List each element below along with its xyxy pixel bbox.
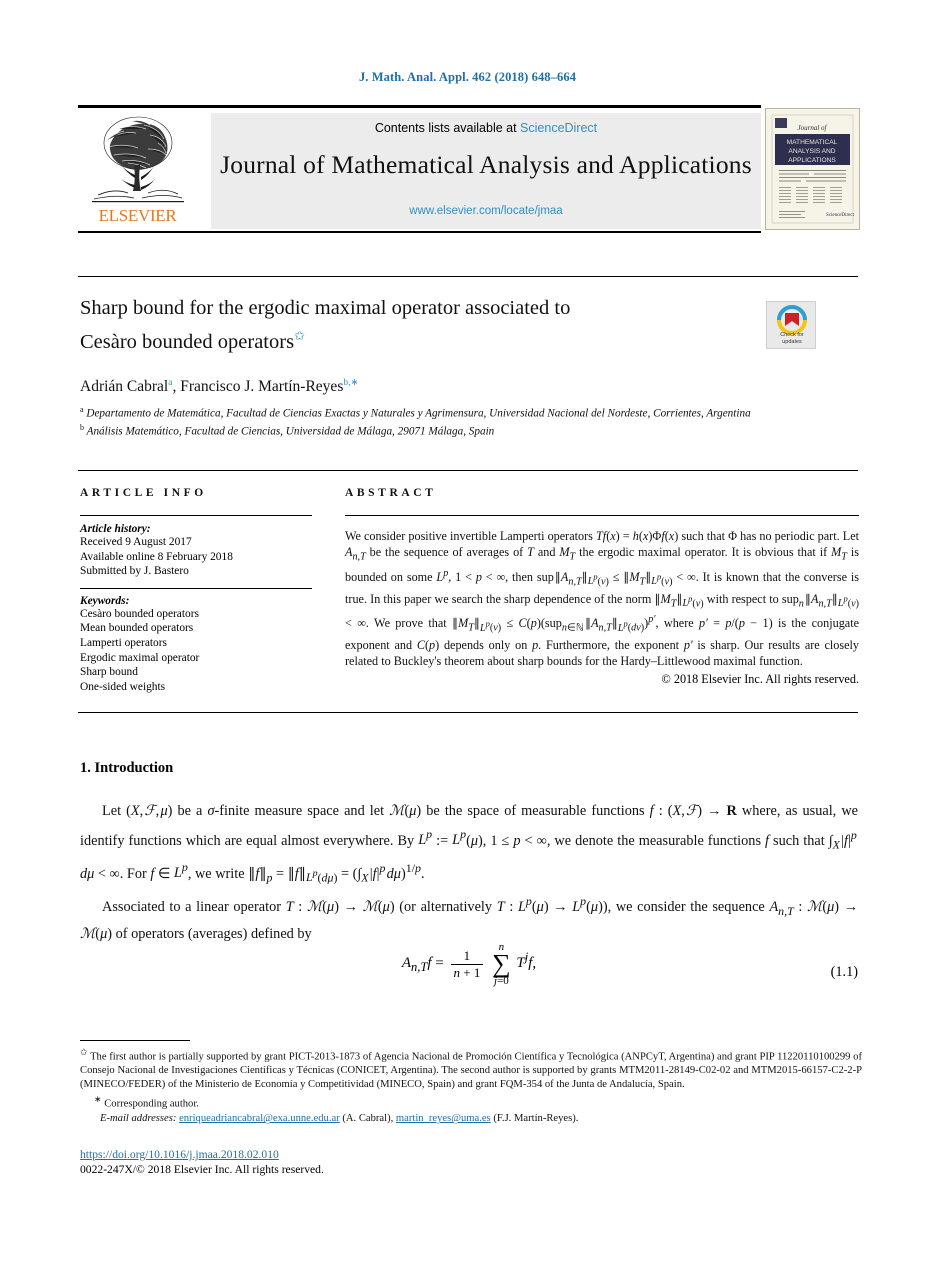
footnote-corresponding: ∗ Corresponding author. [80, 1093, 862, 1111]
author-1: Adrián Cabral [80, 378, 169, 396]
elsevier-wordmark: ELSEVIER [98, 206, 177, 225]
info-top-rule [78, 470, 858, 471]
title-line-2: Cesàro bounded operators [80, 330, 295, 353]
article-history-submitted: Submitted by J. Bastero [80, 565, 189, 578]
abstract-heading: ABSTRACT [345, 487, 437, 499]
crossmark-icon [777, 305, 807, 335]
crossmark-line-1: Check for [780, 332, 804, 338]
title-top-rule [78, 276, 858, 277]
masthead-bottom-rule [78, 231, 761, 233]
footnotes-block: ✩ The first author is partially supporte… [80, 1046, 862, 1126]
footnote-funding-mark: ✩ [80, 1047, 88, 1057]
footnote-rule [80, 1040, 190, 1041]
affiliation-b-text: Análisis Matemático, Facultad de Ciencia… [86, 425, 495, 438]
contents-prefix: Contents lists available at [374, 121, 521, 135]
paragraph-1: Let (X, ℱ, μ) be a σ-finite measure spac… [80, 803, 858, 885]
keyword-item: Mean bounded operators [80, 622, 194, 635]
keyword-item: Ergodic maximal operator [80, 651, 200, 664]
author-2-affiliation-mark[interactable]: b,∗ [343, 378, 358, 388]
paragraph-2: Associated to a linear operator T : ℳ(μ)… [80, 893, 859, 942]
journal-url-link[interactable]: www.elsevier.com/locate/jmaa [211, 205, 761, 217]
article-history-label: Article history: [80, 523, 151, 535]
page-title: Sharp bound for the ergodic maximal oper… [80, 294, 720, 356]
footnote-corresponding-mark: ∗ [94, 1094, 102, 1105]
elsevier-tree-icon [92, 116, 184, 203]
keywords-label: Keywords: [80, 594, 130, 607]
equation-number: (1.1) [830, 964, 858, 980]
crossmark-badge[interactable]: Check for updates [766, 301, 816, 349]
title-footnote-mark[interactable]: ✩ [294, 328, 305, 343]
article-history-available: Available online 8 February 2018 [80, 550, 233, 563]
journal-cover-image: Journal of MATHEMATICAL ANALYSIS AND APP… [766, 109, 859, 229]
svg-text:APPLICATIONS: APPLICATIONS [788, 157, 836, 164]
affiliations: a Departamento de Matemática, Facultad d… [80, 403, 820, 439]
affiliation-b: b Análisis Matemático, Facultad de Cienc… [80, 421, 820, 439]
display-equation-1-1: An,Tf = 1 n + 1 n ∑ j=0 Tjf, (1.1) [80, 941, 858, 987]
abstract-rule [345, 515, 859, 516]
body-top-rule [78, 712, 858, 713]
svg-text:ScienceDirect: ScienceDirect [826, 213, 855, 218]
abstract-text: We consider positive invertible Lamperti… [345, 529, 859, 669]
abstract-copyright: © 2018 Elsevier Inc. All rights reserved… [661, 672, 859, 687]
author-list: Adrián Cabrala, Francisco J. Martín-Reye… [80, 377, 780, 396]
email-link-2[interactable]: martin_reyes@uma.es [396, 1113, 491, 1124]
email-attrib-1: (A. Cabral), [342, 1113, 394, 1125]
journal-cover-thumbnail: Journal of MATHEMATICAL ANALYSIS AND APP… [765, 108, 860, 230]
affiliation-a-mark: a [80, 405, 84, 414]
masthead-banner: Contents lists available at ScienceDirec… [211, 113, 761, 229]
article-info-heading: ARTICLE INFO [80, 487, 207, 499]
doi-link[interactable]: https://doi.org/10.1016/j.jmaa.2018.02.0… [80, 1147, 680, 1162]
email-label: E-mail addresses: [100, 1113, 177, 1125]
journal-title: Journal of Mathematical Analysis and App… [220, 150, 752, 179]
article-info-rule-2 [80, 587, 312, 589]
affiliation-a: a Departamento de Matemática, Facultad d… [80, 403, 820, 421]
email-link-1[interactable]: enriqueadriancabral@exa.unne.edu.ar [179, 1113, 340, 1124]
journal-masthead: ELSEVIER Contents lists available at Sci… [78, 105, 858, 233]
issn-copyright: 0022-247X/© 2018 Elsevier Inc. All right… [80, 1163, 324, 1176]
equation-summation: n ∑ j=0 [492, 941, 511, 987]
sciencedirect-link[interactable]: ScienceDirect [520, 121, 597, 135]
email-attrib-2: (F.J. Martín-Reyes). [493, 1113, 579, 1125]
elsevier-logo: ELSEVIER [80, 113, 195, 228]
abstract-panel: ABSTRACT We consider positive invertible… [345, 487, 859, 687]
footnote-emails: E-mail addresses: enriqueadriancabral@ex… [80, 1112, 862, 1126]
equation-body: An,Tf = 1 n + 1 n ∑ j=0 Tjf, (1.1) [401, 941, 858, 987]
svg-text:Journal of: Journal of [798, 124, 828, 132]
svg-text:MATHEMATICAL: MATHEMATICAL [787, 139, 838, 146]
crossmark-label: Check for updates [767, 332, 817, 345]
affiliation-a-text: Departamento de Matemática, Facultad de … [86, 407, 751, 420]
crossmark-line-2: updates [782, 338, 802, 345]
svg-text:ANALYSIS AND: ANALYSIS AND [788, 148, 835, 155]
keyword-item: Lamperti operators [80, 636, 167, 649]
footnote-corresponding-text: Corresponding author. [104, 1098, 199, 1110]
footer-block: https://doi.org/10.1016/j.jmaa.2018.02.0… [80, 1147, 680, 1177]
paper-page: J. Math. Anal. Appl. 462 (2018) 648–664 [0, 0, 935, 1266]
section-heading-introduction: 1. Introduction [80, 760, 174, 776]
footnote-funding-text: The first author is partially supported … [80, 1051, 862, 1090]
article-history-received: Received 9 August 2017 [80, 536, 192, 548]
article-info-panel: ARTICLE INFO Article history: Received 9… [80, 487, 312, 694]
article-info-rule-1 [80, 515, 312, 516]
affiliation-b-mark: b [80, 423, 84, 433]
keyword-item: Cesàro bounded operators [80, 607, 199, 620]
contents-line: Contents lists available at ScienceDirec… [211, 121, 761, 135]
keyword-item: Sharp bound [80, 666, 138, 679]
masthead-top-rule [78, 105, 761, 108]
keyword-item: One-sided weights [80, 680, 166, 693]
title-line-1: Sharp bound for the ergodic maximal oper… [80, 297, 571, 319]
footnote-funding: ✩ The first author is partially supporte… [80, 1046, 862, 1091]
author-2: Francisco J. Martín-Reyes [180, 378, 344, 396]
equation-fraction: 1 n + 1 [450, 948, 484, 981]
body-paragraphs: Let (X, ℱ, μ) be a σ-finite measure spac… [80, 800, 858, 946]
running-head: J. Math. Anal. Appl. 462 (2018) 648–664 [358, 70, 577, 84]
